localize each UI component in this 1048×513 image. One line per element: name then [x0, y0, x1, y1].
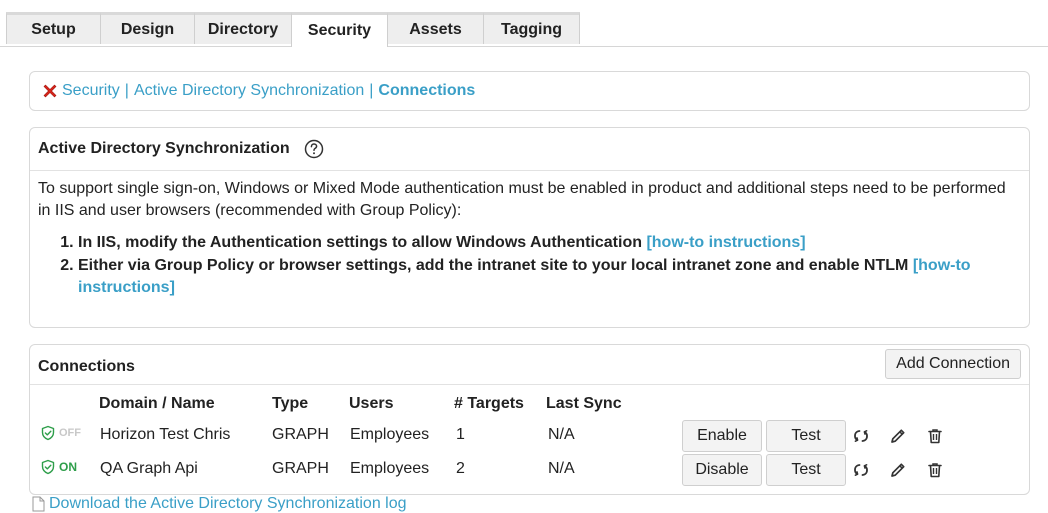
breadcrumb-connections: Connections	[378, 82, 476, 99]
trash-icon[interactable]	[926, 461, 944, 479]
tab-label: Tagging	[500, 20, 563, 38]
tab-directory[interactable]: Directory	[194, 12, 292, 44]
connection-type: GRAPH	[272, 460, 329, 477]
shield-check-icon	[41, 425, 55, 441]
tab-tagging[interactable]: Tagging	[483, 12, 580, 44]
tab-bar: Setup Design Directory Security Assets T…	[6, 12, 580, 47]
edit-pencil-icon[interactable]	[889, 427, 907, 445]
breadcrumb-security[interactable]: Security	[62, 82, 120, 100]
tab-security[interactable]: Security	[291, 12, 388, 47]
connection-last-sync: N/A	[548, 460, 575, 477]
column-header-targets: # Targets	[454, 395, 524, 412]
connection-users: Employees	[350, 460, 430, 477]
help-circle-icon[interactable]	[304, 139, 324, 159]
connection-targets: 1	[456, 426, 465, 443]
connections-header: Connections Add Connection	[30, 345, 1029, 385]
column-header-type: Type	[272, 395, 309, 412]
column-header-last-sync: Last Sync	[546, 395, 622, 412]
tab-label: Setup	[31, 20, 76, 38]
tab-label: Assets	[409, 20, 462, 38]
connection-last-sync: N/A	[548, 426, 575, 443]
trash-icon[interactable]	[926, 427, 944, 445]
breadcrumb-ad-sync[interactable]: Active Directory Synchronization	[134, 82, 364, 100]
connection-users: Employees	[350, 426, 430, 443]
ad-sync-steps: In IIS, modify the Authentication settin…	[38, 232, 1021, 299]
connection-name: QA Graph Api	[100, 460, 198, 477]
tab-label: Security	[307, 22, 372, 39]
table-row: ON QA Graph Api GRAPH Employees 2 N/A Di…	[30, 453, 1029, 486]
add-connection-button[interactable]: Add Connection	[885, 349, 1021, 379]
ad-sync-panel: Active Directory Synchronization To supp…	[29, 127, 1030, 328]
ad-sync-title: Active Directory Synchronization	[38, 140, 290, 157]
tab-assets[interactable]: Assets	[387, 12, 484, 44]
disable-button[interactable]: Disable	[682, 454, 762, 486]
table-row: OFF Horizon Test Chris GRAPH Employees 1…	[30, 419, 1029, 452]
breadcrumb: Security | Active Directory Synchronizat…	[29, 71, 1030, 111]
column-header-users: Users	[349, 395, 394, 412]
status-label: ON	[59, 460, 77, 474]
connections-title: Connections	[38, 358, 135, 375]
tab-design[interactable]: Design	[100, 12, 195, 44]
connections-panel: Connections Add Connection Domain / Name…	[29, 344, 1030, 495]
step-text: In IIS, modify the Authentication settin…	[78, 234, 647, 251]
status-badge: ON	[40, 459, 77, 475]
ad-sync-header: Active Directory Synchronization	[30, 128, 1029, 171]
enable-button[interactable]: Enable	[682, 420, 762, 452]
breadcrumb-separator: |	[124, 82, 129, 99]
sync-icon[interactable]	[852, 427, 870, 445]
tab-label: Directory	[207, 20, 279, 38]
download-log-label: Download the Active Directory Synchroniz…	[49, 495, 407, 512]
connection-type: GRAPH	[272, 426, 329, 443]
connection-targets: 2	[456, 460, 465, 477]
shield-check-icon	[41, 459, 55, 475]
ad-sync-step: In IIS, modify the Authentication settin…	[78, 232, 1021, 254]
test-button[interactable]: Test	[766, 420, 846, 452]
ad-sync-step: Either via Group Policy or browser setti…	[78, 255, 1021, 299]
breadcrumb-separator: |	[369, 82, 374, 99]
ad-sync-description: To support single sign-on, Windows or Mi…	[38, 180, 1006, 219]
step-text: Either via Group Policy or browser setti…	[78, 257, 913, 274]
ad-sync-body: To support single sign-on, Windows or Mi…	[30, 171, 1029, 307]
how-to-link[interactable]: [how-to instructions]	[646, 234, 805, 251]
download-log-link[interactable]: Download the Active Directory Synchroniz…	[32, 495, 407, 513]
connection-name: Horizon Test Chris	[100, 426, 231, 443]
document-icon	[32, 496, 45, 512]
status-label: OFF	[59, 427, 81, 439]
tab-divider	[0, 46, 1048, 47]
edit-pencil-icon[interactable]	[889, 461, 907, 479]
column-header-domain: Domain / Name	[99, 395, 215, 412]
tab-setup[interactable]: Setup	[6, 12, 101, 44]
tab-label: Design	[120, 20, 175, 38]
sync-icon[interactable]	[852, 461, 870, 479]
test-button[interactable]: Test	[766, 454, 846, 486]
status-badge: OFF	[40, 425, 81, 441]
close-x-icon[interactable]	[42, 83, 58, 99]
